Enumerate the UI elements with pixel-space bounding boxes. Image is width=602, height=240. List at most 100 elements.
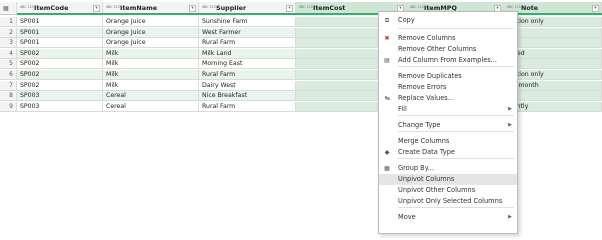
menu-item-label: Unpivot Other Columns <box>398 186 476 194</box>
table-cell[interactable]: SP002 <box>17 80 103 91</box>
table-cell[interactable]: Rural Farm <box>199 101 296 112</box>
menu-item-move[interactable]: Move ▶ <box>379 212 517 223</box>
menu-item-label: Replace Values... <box>398 94 455 102</box>
menu-item-label: Move <box>398 213 416 221</box>
menu-separator <box>398 66 514 67</box>
table-cell[interactable]: SP002 <box>17 48 103 59</box>
table-cell[interactable] <box>504 27 602 38</box>
menu-item-change-type[interactable]: Change Type ▶ <box>379 120 517 131</box>
menu-item-remove-other-columns[interactable]: Remove Other Columns <box>379 44 517 55</box>
type-any-icon: ABC 123 <box>20 5 34 10</box>
table-cell[interactable]: SP001 <box>17 38 103 49</box>
table-cell[interactable]: Rural Farm <box>199 70 296 80</box>
table-cell[interactable]: Orange Juice <box>103 38 199 49</box>
menu-item-create-data-type[interactable]: ◆ Create Data Type <box>379 147 517 158</box>
table-cell[interactable]: nightly <box>504 101 602 112</box>
column-header-label: Note <box>521 4 539 12</box>
table-cell[interactable] <box>504 38 602 49</box>
column-filter-dropdown-icon[interactable]: ▾ <box>93 5 100 12</box>
menu-item-merge-columns[interactable]: Merge Columns <box>379 136 517 147</box>
table-cell[interactable]: motion only <box>504 70 602 80</box>
menu-item-unpivot-columns[interactable]: Unpivot Columns <box>379 174 517 185</box>
table-cell[interactable]: Milk <box>103 59 199 70</box>
table-icon: ▦ <box>3 5 9 12</box>
table-cell[interactable]: SP003 <box>17 91 103 102</box>
remove-columns-icon: ✖ <box>384 35 390 42</box>
menu-separator <box>398 131 514 132</box>
group-by-icon: ▦ <box>384 165 390 172</box>
table-cell[interactable]: Milk Land <box>199 48 296 59</box>
menu-separator <box>398 207 514 208</box>
table-cell[interactable]: rtised <box>504 48 602 59</box>
table-cell[interactable]: Milk <box>103 48 199 59</box>
table-cell[interactable]: SP001 <box>17 17 103 27</box>
column-filter-dropdown-icon[interactable]: ▾ <box>286 5 293 12</box>
table-cell[interactable]: Orange Juice <box>103 27 199 38</box>
submenu-arrow-icon: ▶ <box>508 122 512 128</box>
menu-item-label: Remove Columns <box>398 34 456 42</box>
menu-item-label: Remove Duplicates <box>398 72 462 80</box>
type-any-icon: ABC 123 <box>507 5 521 10</box>
table-cell[interactable]: SP001 <box>17 27 103 38</box>
table-cell[interactable] <box>504 59 602 70</box>
row-number: 3 <box>0 38 17 49</box>
menu-item-remove-errors[interactable]: Remove Errors <box>379 82 517 93</box>
column-header-label: ItemCode <box>34 4 69 12</box>
menu-item-unpivot-other-columns[interactable]: Unpivot Other Columns <box>379 185 517 196</box>
table-cell[interactable]: Morning East <box>199 59 296 70</box>
table-cell[interactable]: Milk <box>103 70 199 80</box>
menu-item-label: Unpivot Only Selected Columns <box>398 197 503 205</box>
table-cell[interactable]: Dairy West <box>199 80 296 91</box>
column-context-menu: ⧉ Copy ✖ Remove Columns Remove Other Columns… <box>378 11 518 234</box>
type-any-icon: ABC 123 <box>106 5 120 10</box>
column-header-label: ItemName <box>120 4 158 12</box>
menu-separator <box>398 28 514 29</box>
menu-item-remove-duplicates[interactable]: Remove Duplicates <box>379 71 517 82</box>
row-number: 8 <box>0 91 17 102</box>
replace-icon: ↹ <box>384 95 390 102</box>
menu-item-group-by[interactable]: ▦ Group By... <box>379 163 517 174</box>
menu-item-label: Unpivot Columns <box>398 175 455 183</box>
row-number: 5 <box>0 59 17 70</box>
add-column-icon: ▤ <box>384 57 390 64</box>
table-cell[interactable] <box>504 91 602 102</box>
table-cell[interactable]: Milk <box>103 80 199 91</box>
table-cell[interactable]: Orange Juice <box>103 17 199 27</box>
row-number: 9 <box>0 101 17 112</box>
table-cell[interactable]: Cereal <box>103 91 199 102</box>
menu-item-fill[interactable]: Fill ▶ <box>379 104 517 115</box>
row-number: 2 <box>0 27 17 38</box>
table-cell[interactable]: Cereal <box>103 101 199 112</box>
table-cell[interactable]: Sunshine Farm <box>199 17 296 27</box>
table-cell[interactable]: West Farmer <box>199 27 296 38</box>
menu-item-label: Create Data Type <box>398 148 455 156</box>
menu-item-label: Remove Other Columns <box>398 45 477 53</box>
copy-icon: ⧉ <box>384 17 390 24</box>
table-cell[interactable]: motion only <box>504 17 602 27</box>
submenu-arrow-icon: ▶ <box>508 214 512 220</box>
menu-item-copy[interactable]: ⧉ Copy <box>379 15 517 26</box>
table-cell[interactable]: e a month <box>504 80 602 91</box>
menu-item-label: Fill <box>398 105 407 113</box>
menu-separator <box>398 115 514 116</box>
column-header-label: Supplier <box>216 4 247 12</box>
table-cell[interactable]: SP002 <box>17 70 103 80</box>
menu-separator <box>398 158 514 159</box>
column-filter-dropdown-icon[interactable]: ▾ <box>189 5 196 12</box>
table-cell[interactable]: SP003 <box>17 101 103 112</box>
row-number: 6 <box>0 70 17 80</box>
table-cell[interactable]: Nice Breakfast <box>199 91 296 102</box>
row-number: 7 <box>0 80 17 91</box>
type-any-icon: ABC 123 <box>410 5 424 10</box>
type-any-icon: ABC 123 <box>299 5 313 10</box>
menu-item-remove-columns[interactable]: ✖ Remove Columns <box>379 33 517 44</box>
row-number: 4 <box>0 48 17 59</box>
table-cell[interactable]: Rural Farm <box>199 38 296 49</box>
menu-item-unpivot-only-selected-columns[interactable]: Unpivot Only Selected Columns <box>379 196 517 207</box>
table-menu-button[interactable]: ▦ <box>0 2 17 15</box>
menu-item-add-column-from-examples[interactable]: ▤ Add Column From Examples... <box>379 55 517 66</box>
type-any-icon: ABC 123 <box>202 5 216 10</box>
table-cell[interactable]: SP002 <box>17 59 103 70</box>
menu-item-replace-values[interactable]: ↹ Replace Values... <box>379 93 517 104</box>
column-filter-dropdown-icon[interactable]: ▾ <box>592 5 599 12</box>
